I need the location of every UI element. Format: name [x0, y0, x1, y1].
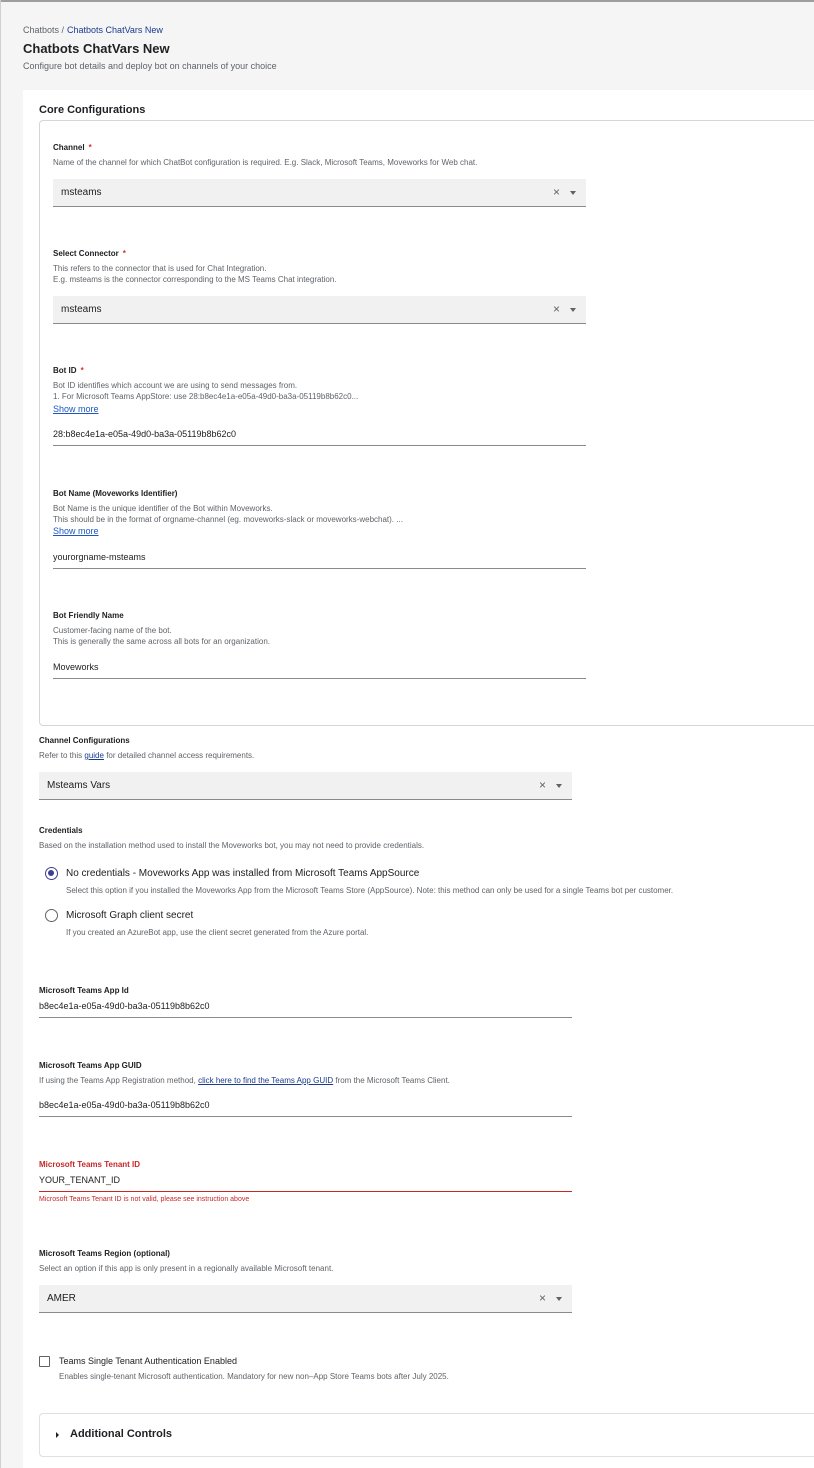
- guide-link[interactable]: guide: [84, 751, 104, 760]
- bot-name-help-2: This should be in the format of orgname-…: [53, 515, 403, 524]
- bot-id-help-1: Bot ID identifies which account we are u…: [53, 381, 298, 390]
- channel-configurations-label: Channel Configurations: [39, 736, 130, 745]
- left-border: [0, 0, 1, 1468]
- bot-name-show-more-link[interactable]: Show more: [53, 526, 99, 536]
- connector-select-value: msteams: [61, 304, 102, 315]
- channel-select[interactable]: msteams ×: [53, 179, 586, 207]
- region-select[interactable]: AMER ×: [39, 1285, 572, 1313]
- bot-id-input[interactable]: 28:b8ec4e1a-e05a-49d0-ba3a-05119b8b62c0: [53, 428, 586, 446]
- page-title: Chatbots ChatVars New: [23, 41, 170, 56]
- find-teams-app-guid-link[interactable]: click here to find the Teams App GUID: [198, 1076, 333, 1085]
- radio-graph-client-secret-help: If you created an AzureBot app, use the …: [66, 928, 369, 937]
- tenant-id-input[interactable]: YOUR_TENANT_ID: [39, 1174, 572, 1192]
- teams-app-guid-help: If using the Teams App Registration meth…: [39, 1076, 450, 1085]
- connector-label: Select Connector *: [53, 249, 126, 258]
- clear-icon[interactable]: ×: [539, 778, 546, 792]
- clear-icon[interactable]: ×: [553, 185, 560, 199]
- core-configurations-title: Core Configurations: [39, 104, 146, 116]
- chevron-down-icon[interactable]: [570, 308, 576, 312]
- teams-app-guid-label: Microsoft Teams App GUID: [39, 1061, 142, 1070]
- single-tenant-checkbox[interactable]: [39, 1356, 50, 1367]
- bot-friendly-name-input[interactable]: Moveworks: [53, 661, 586, 679]
- region-label: Microsoft Teams Region (optional): [39, 1249, 170, 1258]
- channel-configurations-help: Refer to this guide for detailed channel…: [39, 751, 255, 760]
- additional-controls-title[interactable]: Additional Controls: [70, 1428, 172, 1440]
- clear-icon[interactable]: ×: [553, 302, 560, 316]
- tenant-id-value: YOUR_TENANT_ID: [39, 1175, 121, 1185]
- chevron-down-icon[interactable]: [570, 191, 576, 195]
- bot-friendly-name-value: Moveworks: [53, 662, 99, 672]
- breadcrumb-current: Chatbots ChatVars New: [67, 25, 163, 35]
- credentials-label: Credentials: [39, 826, 83, 835]
- bot-id-help-2: 1. For Microsoft Teams AppStore: use 28:…: [53, 392, 359, 401]
- region-select-value: AMER: [47, 1293, 76, 1304]
- bot-name-input[interactable]: yourorgname-msteams: [53, 551, 586, 569]
- chevron-down-icon[interactable]: [556, 1297, 562, 1301]
- radio-graph-client-secret-label[interactable]: Microsoft Graph client secret: [66, 910, 193, 921]
- channel-configurations-select[interactable]: Msteams Vars ×: [39, 772, 572, 800]
- bot-name-label: Bot Name (Moveworks Identifier): [53, 489, 178, 498]
- channel-label: Channel *: [53, 143, 92, 152]
- bot-name-value: yourorgname-msteams: [53, 552, 146, 562]
- bot-friendly-name-help-2: This is generally the same across all bo…: [53, 637, 270, 646]
- chevron-down-icon[interactable]: [556, 784, 562, 788]
- radio-no-credentials-help: Select this option if you installed the …: [66, 886, 674, 895]
- teams-app-id-input[interactable]: b8ec4e1a-e05a-49d0-ba3a-05119b8b62c0: [39, 1000, 572, 1018]
- radio-no-credentials[interactable]: [45, 867, 58, 880]
- credentials-help: Based on the installation method used to…: [39, 841, 425, 850]
- single-tenant-help: Enables single-tenant Microsoft authenti…: [59, 1372, 449, 1381]
- bot-id-label: Bot ID *: [53, 366, 84, 375]
- teams-app-guid-input[interactable]: b8ec4e1a-e05a-49d0-ba3a-05119b8b62c0: [39, 1099, 572, 1117]
- teams-app-guid-value: b8ec4e1a-e05a-49d0-ba3a-05119b8b62c0: [39, 1100, 210, 1110]
- tenant-id-error: Microsoft Teams Tenant ID is not valid, …: [39, 1196, 250, 1203]
- caret-right-icon[interactable]: [56, 1432, 59, 1438]
- bot-id-show-more-link[interactable]: Show more: [53, 404, 99, 414]
- bot-friendly-name-help-1: Customer-facing name of the bot.: [53, 626, 172, 635]
- tenant-id-label: Microsoft Teams Tenant ID: [39, 1160, 141, 1169]
- bot-friendly-name-label: Bot Friendly Name: [53, 611, 124, 620]
- clear-icon[interactable]: ×: [539, 1291, 546, 1305]
- teams-app-id-label: Microsoft Teams App Id: [39, 986, 129, 995]
- region-help: Select an option if this app is only pre…: [39, 1264, 334, 1273]
- connector-help-1: This refers to the connector that is use…: [53, 264, 267, 273]
- channel-select-value: msteams: [61, 187, 102, 198]
- connector-select[interactable]: msteams ×: [53, 296, 586, 324]
- teams-app-id-value: b8ec4e1a-e05a-49d0-ba3a-05119b8b62c0: [39, 1001, 210, 1011]
- breadcrumb-parent[interactable]: Chatbots /: [23, 25, 64, 35]
- bot-id-value: 28:b8ec4e1a-e05a-49d0-ba3a-05119b8b62c0: [53, 429, 236, 439]
- top-border: [0, 0, 814, 2]
- bot-name-help-1: Bot Name is the unique identifier of the…: [53, 504, 273, 513]
- breadcrumb: Chatbots / Chatbots ChatVars New: [23, 25, 163, 35]
- radio-graph-client-secret[interactable]: [45, 909, 58, 922]
- single-tenant-label[interactable]: Teams Single Tenant Authentication Enabl…: [59, 1356, 237, 1366]
- connector-help-2: E.g. msteams is the connector correspond…: [53, 275, 337, 284]
- page-subtitle: Configure bot details and deploy bot on …: [23, 61, 277, 71]
- radio-no-credentials-label[interactable]: No credentials - Moveworks App was insta…: [66, 868, 419, 879]
- additional-controls-accordion[interactable]: Additional Controls: [39, 1413, 814, 1457]
- channel-help: Name of the channel for which ChatBot co…: [53, 158, 478, 167]
- channel-configurations-value: Msteams Vars: [47, 780, 111, 791]
